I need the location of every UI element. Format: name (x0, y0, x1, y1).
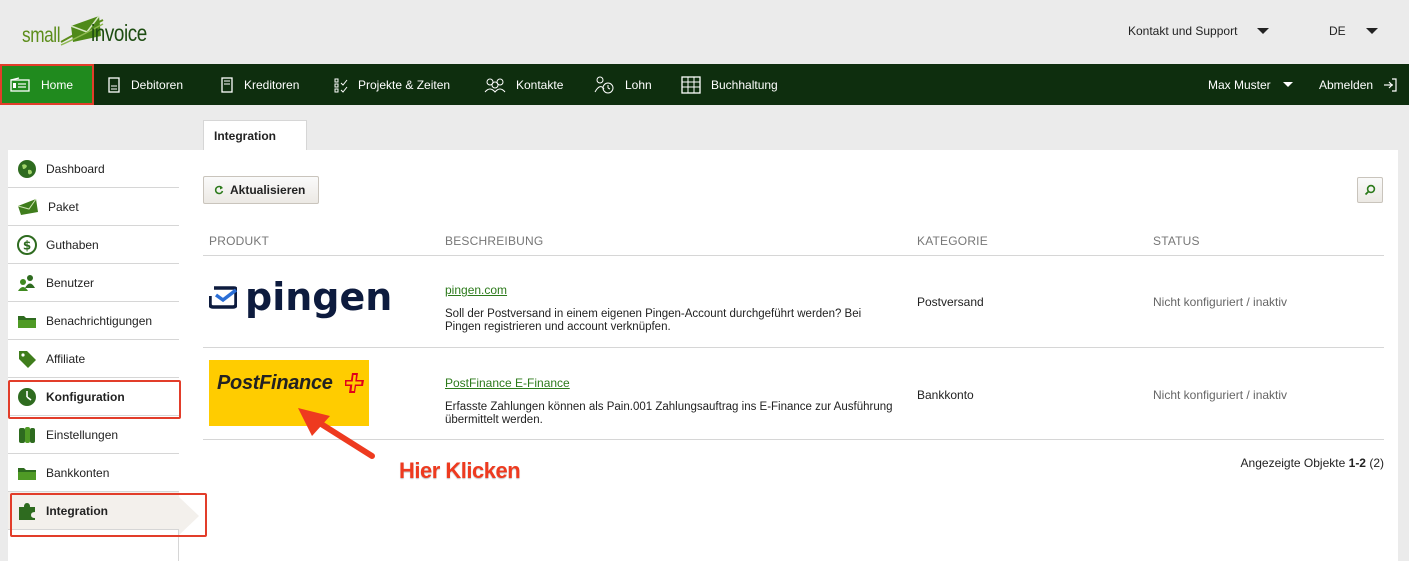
product-link-postfinance[interactable]: PostFinance E-Finance (445, 376, 570, 390)
sidebar-item-dashboard[interactable]: Dashboard (8, 150, 179, 188)
divider (203, 347, 1384, 348)
nav-debitoren[interactable]: Debitoren (107, 64, 183, 105)
chevron-down-icon (1282, 82, 1293, 87)
nav-buchhaltung[interactable]: Buchhaltung (681, 64, 778, 105)
document-icon (108, 76, 120, 93)
document-icon (221, 76, 233, 93)
product-status: Nicht konfiguriert / inaktiv (1153, 388, 1288, 402)
column-header-status: STATUS (1153, 234, 1200, 248)
pagination-prefix: Angezeigte Objekte (1240, 456, 1346, 470)
search-icon (1364, 184, 1376, 196)
main-panel (179, 150, 1398, 561)
sidebar-item-label: Einstellungen (46, 427, 119, 442)
sidebar-item-guthaben[interactable]: $ Guthaben (8, 226, 179, 264)
envelope-icon (17, 198, 38, 215)
product-status: Nicht konfiguriert / inaktiv (1153, 295, 1288, 309)
highlight-konfiguration (8, 380, 181, 419)
sidebar-item-label: Paket (48, 199, 79, 214)
sidebar-item-label: Benachrichtigungen (46, 313, 153, 328)
nav-kreditoren[interactable]: Kreditoren (220, 64, 299, 105)
sidebar-item-paket[interactable]: Paket (8, 188, 179, 226)
highlight-integration (10, 493, 207, 537)
dollar-icon: $ (17, 234, 37, 255)
app-logo[interactable]: small invoice (22, 10, 159, 50)
sidebar-item-label: Dashboard (46, 161, 105, 176)
nav-kontakte[interactable]: Kontakte (484, 64, 563, 105)
annotation-text: Hier Klicken (399, 458, 521, 483)
product-description: Soll der Postversand in einem eigenen Pi… (445, 308, 862, 333)
pingen-wordmark: pingen (245, 275, 393, 319)
nav-home-label: Home (41, 77, 74, 92)
pingen-mail-icon (209, 286, 237, 309)
sidebar-item-affiliate[interactable]: Affiliate (8, 340, 179, 378)
user-menu[interactable]: Max Muster (1208, 64, 1293, 105)
sidebar-item-label: Benutzer (46, 275, 95, 290)
sidebar-item-label: Affiliate (46, 351, 86, 366)
sidebar-item-benutzer[interactable]: Benutzer (8, 264, 179, 302)
home-icon (10, 76, 30, 92)
pagination-total: (2) (1369, 456, 1384, 470)
product-description: Erfasste Zahlungen können als Pain.001 Z… (445, 401, 893, 426)
logout-label: Abmelden (1319, 77, 1374, 92)
payroll-icon (594, 76, 614, 93)
logo-invoice-text: invoice (90, 20, 147, 46)
refresh-button[interactable]: Aktualisieren (203, 176, 319, 204)
sidebar-item-benachrichtigungen[interactable]: Benachrichtigungen (8, 302, 179, 340)
nav-kreditoren-label: Kreditoren (244, 77, 300, 92)
column-header-produkt: PRODUKT (209, 234, 270, 248)
support-menu[interactable]: Kontakt und Support (1128, 24, 1270, 38)
folder-icon (18, 315, 36, 328)
nav-lohn[interactable]: Lohn (593, 64, 652, 105)
annotation-arrow-icon (298, 408, 375, 459)
nav-buchhaltung-label: Buchhaltung (711, 77, 778, 92)
nav-debitoren-label: Debitoren (131, 77, 184, 92)
postfinance-wordmark: PostFinance (217, 372, 333, 394)
checklist-icon (334, 78, 348, 93)
column-header-kategorie: KATEGORIE (917, 234, 988, 248)
nav-projekte[interactable]: Projekte & Zeiten (334, 64, 450, 105)
logout-link[interactable]: Abmelden (1319, 64, 1397, 105)
ledger-icon (681, 75, 701, 94)
product-link-pingen[interactable]: pingen.com (445, 283, 507, 297)
column-header-beschreibung: BESCHREIBUNG (445, 234, 544, 248)
chevron-down-icon (1365, 28, 1378, 34)
support-label: Kontakt und Support (1128, 24, 1238, 38)
users-icon (18, 274, 35, 291)
binders-icon (19, 426, 35, 443)
sidebar-item-bankkonten[interactable]: Bankkonten (8, 454, 179, 492)
sidebar-item-label: Guthaben (46, 237, 99, 252)
people-icon (484, 78, 506, 93)
nav-home[interactable]: Home (0, 64, 94, 105)
product-category: Postversand (917, 295, 984, 309)
chevron-down-icon (1257, 28, 1270, 34)
globe-icon (18, 159, 36, 178)
pagination-range: 1-2 (1348, 456, 1366, 470)
nav-kontakte-label: Kontakte (516, 77, 564, 92)
divider (203, 255, 1384, 256)
folder-icon (18, 467, 36, 480)
sidebar-item-label: Bankkonten (46, 465, 110, 480)
pagination-info: Angezeigte Objekte 1-2 (2) (1241, 456, 1384, 470)
tab-integration-label: Integration (214, 129, 276, 143)
search-button[interactable] (1357, 177, 1383, 203)
top-header: small invoice Kontakt und Support DE (0, 0, 1409, 64)
tag-icon (19, 350, 36, 368)
tab-integration[interactable]: Integration (203, 120, 307, 150)
language-label: DE (1329, 24, 1346, 38)
sidebar-item-einstellungen[interactable]: Einstellungen (8, 416, 179, 454)
nav-lohn-label: Lohn (625, 77, 652, 92)
main-navbar: Home Debitoren Kreditoren Projekte & Zei… (0, 64, 1409, 105)
nav-projekte-label: Projekte & Zeiten (358, 77, 451, 92)
language-menu[interactable]: DE (1329, 24, 1378, 38)
swiss-cross-icon (345, 373, 364, 393)
user-name: Max Muster (1208, 77, 1271, 92)
pingen-logo: pingen (209, 278, 392, 316)
logout-icon (1384, 77, 1397, 92)
svg-text:$: $ (23, 238, 31, 252)
product-category: Bankkonto (917, 388, 974, 402)
refresh-label: Aktualisieren (230, 183, 306, 197)
logo-small-text: small (22, 24, 61, 47)
refresh-icon (214, 185, 224, 195)
